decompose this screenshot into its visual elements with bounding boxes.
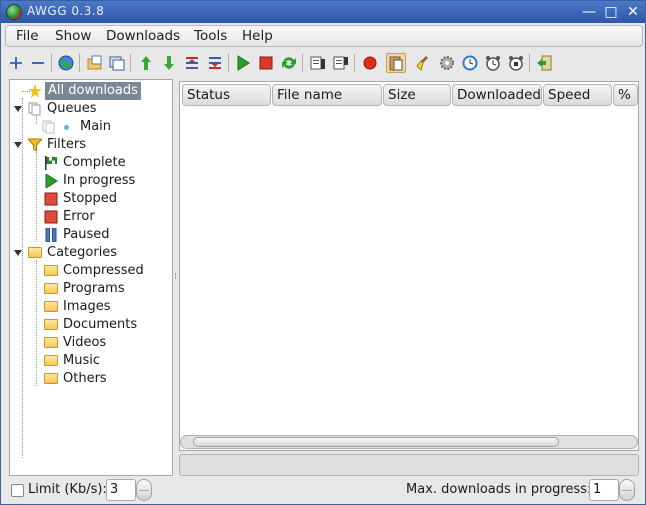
minimize-icon[interactable]: — [581,4,597,20]
web-browser-icon[interactable] [56,53,76,73]
start-icon[interactable] [233,53,253,73]
queue-status-dot [64,125,69,130]
menu-downloads[interactable]: Downloads [106,28,180,44]
maximize-icon[interactable]: □ [603,4,619,20]
queue-stack-icon [28,102,41,116]
max-downloads-label: Max. downloads in progress: [406,482,592,497]
tree-label: Documents [63,317,138,332]
stop-icon[interactable] [256,53,276,73]
play-icon [45,174,58,188]
column-header-file-name[interactable]: File name [272,84,382,106]
tree-label: Complete [63,155,126,170]
tree-label: In progress [63,173,136,188]
awgg-logo-icon [6,4,22,20]
menu-tools[interactable]: Tools [194,28,227,44]
expand-arrow-icon[interactable] [14,142,22,148]
tree-label: Categories [47,245,118,260]
stop-all-icon[interactable] [331,53,351,73]
limit-speed-spin-button[interactable] [136,479,152,501]
expand-arrow-icon[interactable] [14,106,22,112]
move-up-icon[interactable] [136,53,156,73]
menu-bar: File Show Downloads Tools Help [5,25,643,47]
tree-label: Videos [63,335,107,350]
star-burst-icon [28,84,42,98]
splitter-handle[interactable] [175,273,177,279]
folder-icon [44,337,58,348]
toolbar [3,51,643,75]
error-square-icon [44,210,58,224]
status-panel [179,454,639,476]
clean-icon[interactable] [414,53,434,73]
folder-icon [44,265,58,276]
window-title: AWGG 0.3.8 [27,4,105,18]
column-header-status[interactable]: Status [182,84,271,106]
open-folder-icon[interactable] [107,53,127,73]
expand-arrow-icon[interactable] [14,250,22,256]
max-downloads-input[interactable]: 1 [589,479,619,501]
menu-help[interactable]: Help [242,28,273,44]
title-bar[interactable]: AWGG 0.3.8 — □ ✕ [1,1,645,23]
add-download-icon[interactable] [6,53,26,73]
folder-icon [28,247,42,258]
horizontal-scrollbar[interactable] [180,435,638,449]
tree-label: Music [63,353,100,368]
tree-label: Images [63,299,111,314]
tree-label: All downloads [45,82,141,100]
move-down-icon[interactable] [159,53,179,73]
folder-icon [44,301,58,312]
tree-label: Queues [47,101,97,116]
column-header-speed[interactable]: Speed [543,84,612,106]
tree-label: Stopped [63,191,118,206]
column-header-downloaded[interactable]: Downloaded [452,84,542,106]
record-icon[interactable] [360,53,380,73]
move-bottom-icon[interactable] [205,53,225,73]
scheduler-start-icon[interactable] [483,53,503,73]
menu-show[interactable]: Show [55,28,91,44]
tree-label: Paused [63,227,110,242]
finish-flag-icon [45,156,57,170]
category-tree: All downloads Queues Main Filters Comple… [9,79,173,476]
column-header-percent[interactable]: % [613,84,638,106]
folder-icon [44,355,58,366]
tree-label: Error [63,209,95,224]
scheduler-icon[interactable] [460,53,480,73]
tree-label: Programs [63,281,125,296]
move-top-icon[interactable] [182,53,202,73]
max-downloads-spin-button[interactable] [619,479,635,501]
funnel-icon [28,138,42,152]
folder-icon [44,373,58,384]
scheduler-stop-icon[interactable] [506,53,526,73]
app-window: AWGG 0.3.8 — □ ✕ File Show Downloads Too… [0,0,646,505]
restart-icon[interactable] [279,53,299,73]
stop-square-icon [44,192,58,206]
tree-label: Others [63,371,107,386]
tree-label: Compressed [63,263,144,278]
pause-icon [45,228,57,242]
limit-label: Limit (Kb/s): [28,482,107,497]
limit-speed-input[interactable]: 3 [106,479,136,501]
close-icon[interactable]: ✕ [625,4,641,20]
menu-file[interactable]: File [16,28,39,44]
folder-icon [44,319,58,330]
bottom-bar: Limit (Kb/s): 3 Max. downloads in progre… [1,478,645,504]
column-header-size[interactable]: Size [383,84,451,106]
folder-icon [44,283,58,294]
remove-download-icon[interactable] [28,53,48,73]
queue-stack-icon [42,120,55,134]
limit-checkbox[interactable] [11,484,24,497]
tree-label: Main [80,119,112,134]
tree-label: Filters [47,137,86,152]
start-all-icon[interactable] [308,53,328,73]
open-file-icon[interactable] [85,53,105,73]
download-list[interactable]: Status File name Size Downloaded Speed % [179,81,639,451]
exit-icon[interactable] [534,53,554,73]
scrollbar-thumb[interactable] [193,437,559,447]
clipboard-icon[interactable] [386,53,406,73]
settings-gear-icon[interactable] [437,53,457,73]
